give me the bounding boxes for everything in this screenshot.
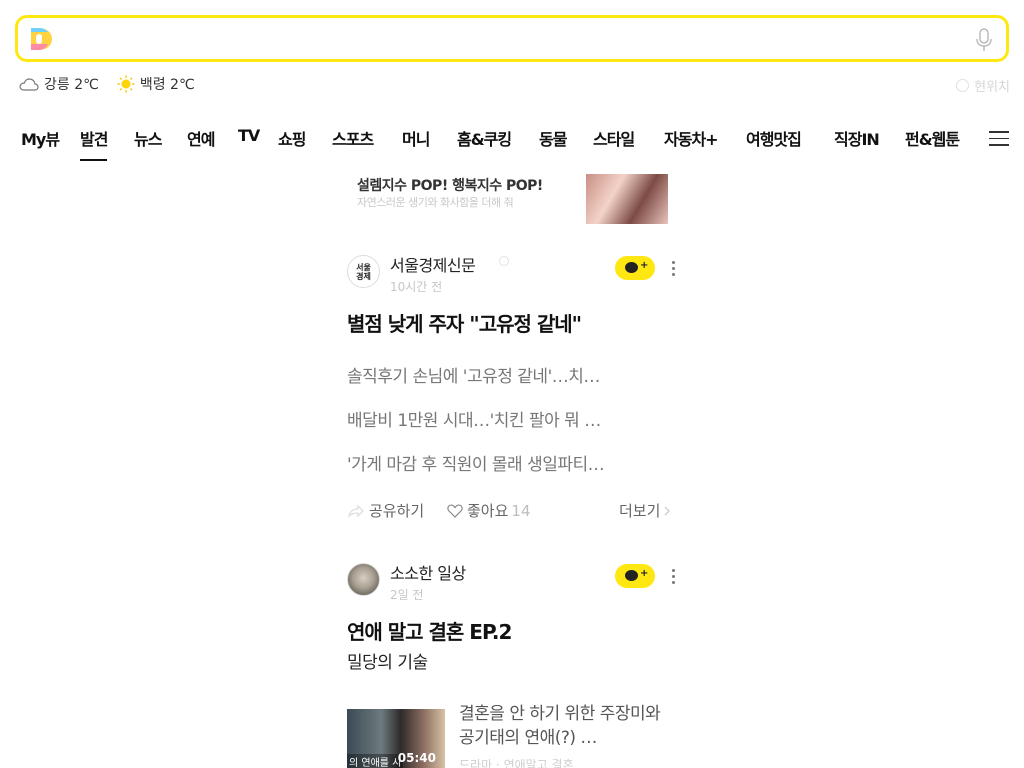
- heart-icon: [447, 503, 463, 518]
- menu-icon[interactable]: [989, 131, 1009, 147]
- post-subtitle: 밀당의 기술: [347, 653, 428, 673]
- share-label: 공유하기: [369, 502, 425, 520]
- tab-tv[interactable]: TV: [238, 126, 260, 145]
- article-headline[interactable]: 별점 낮게 주자 "고유정 같네": [347, 308, 582, 337]
- location-icon: [956, 79, 970, 92]
- share-icon: [348, 504, 364, 518]
- video-caption: 의 연애를 시: [347, 754, 404, 768]
- share-button[interactable]: 공유하기: [347, 500, 424, 521]
- more-options-icon[interactable]: [672, 569, 676, 587]
- search-input[interactable]: [66, 26, 946, 52]
- like-button[interactable]: 좋아요 14: [447, 500, 531, 521]
- search-bar[interactable]: [15, 15, 1009, 62]
- chat-bubble-icon: [625, 570, 638, 581]
- tab-shopping[interactable]: 쇼핑: [278, 126, 306, 150]
- more-label: 더보기: [619, 502, 661, 520]
- daum-logo-icon[interactable]: [28, 26, 54, 52]
- plus-icon: +: [640, 568, 649, 579]
- video-meta: 드라마 · 연애말고 결혼: [459, 758, 574, 768]
- location-button[interactable]: 현위치: [956, 76, 1010, 95]
- like-count: 14: [511, 501, 531, 520]
- plus-icon: +: [640, 260, 649, 271]
- tab-my[interactable]: My뷰: [21, 126, 60, 150]
- tab-entertainment[interactable]: 연예: [187, 126, 215, 150]
- ad-banner[interactable]: 설렘지수 POP! 행복지수 POP! 자연스러운 생기와 화사함을 더해 줘: [347, 172, 668, 224]
- tab-money[interactable]: 머니: [402, 126, 430, 150]
- banner-subtitle: 자연스러운 생기와 화사함을 더해 줘: [357, 196, 514, 209]
- post-time: 2일 전: [390, 588, 424, 602]
- tab-discover[interactable]: 발견: [80, 126, 108, 161]
- tab-cars[interactable]: 자동차+: [664, 126, 719, 150]
- tab-travel-food[interactable]: 여행맛집: [746, 126, 802, 150]
- related-article[interactable]: 솔직후기 손님에 '고유정 같네'…치…: [347, 362, 600, 387]
- location-label: 현위치: [974, 80, 1010, 95]
- kakao-share-button[interactable]: +: [615, 564, 655, 588]
- microphone-icon[interactable]: [974, 27, 994, 53]
- sun-icon: [117, 75, 135, 93]
- category-nav: My뷰 발견 뉴스 연예 TV 쇼핑 스포츠 머니 홈&쿠킹 동물 스타일 자동…: [0, 126, 1024, 166]
- avatar[interactable]: 서울 경제: [347, 255, 380, 288]
- weather-text: 백령 2℃: [139, 77, 195, 93]
- chat-bubble-icon: [625, 262, 638, 273]
- video-title[interactable]: 결혼을 안 하기 위한 주장미와 공기태의 연애(?) …: [459, 702, 669, 750]
- chevron-right-icon: [664, 506, 671, 515]
- video-thumbnail[interactable]: 의 연애를 시 05:40: [347, 709, 445, 768]
- post-time: 10시간 전: [390, 280, 443, 294]
- cloud-icon: [19, 78, 39, 91]
- post-headline[interactable]: 연애 말고 결혼 EP.2: [347, 616, 512, 645]
- kakao-share-button[interactable]: +: [615, 256, 655, 280]
- source-name[interactable]: 서울경제신문: [390, 252, 476, 276]
- weather-text: 강릉 2℃: [44, 77, 99, 93]
- avatar-text: 서울 경제: [356, 263, 371, 281]
- related-article[interactable]: 배달비 1만원 시대…'치킨 팔아 뭐 …: [347, 406, 601, 431]
- weather-item[interactable]: 백령 2℃: [117, 74, 195, 94]
- banner-title: 설렘지수 POP! 행복지수 POP!: [357, 178, 543, 194]
- source-name[interactable]: 소소한 일상: [390, 560, 466, 584]
- more-options-icon[interactable]: [672, 261, 676, 279]
- tab-sports[interactable]: 스포츠: [332, 126, 374, 150]
- tab-work[interactable]: 직장IN: [834, 126, 880, 150]
- tab-animals[interactable]: 동물: [539, 126, 567, 150]
- weather-bar: 강릉 2℃ 백령 2℃: [19, 73, 213, 95]
- like-label: 좋아요: [467, 502, 509, 520]
- tab-fun-webtoon[interactable]: 펀&웹툰: [905, 126, 960, 150]
- tab-news[interactable]: 뉴스: [134, 126, 162, 150]
- more-button[interactable]: 더보기: [619, 500, 672, 521]
- banner-image: [586, 174, 668, 224]
- avatar[interactable]: [347, 563, 380, 596]
- weather-item[interactable]: 강릉 2℃: [19, 74, 99, 94]
- tab-home-cooking[interactable]: 홈&쿠킹: [457, 126, 512, 150]
- video-duration: 05:40: [397, 751, 436, 765]
- related-article[interactable]: '가게 마감 후 직원이 몰래 생일파티…: [347, 450, 605, 475]
- verified-icon: [499, 256, 509, 266]
- tab-style[interactable]: 스타일: [593, 126, 635, 150]
